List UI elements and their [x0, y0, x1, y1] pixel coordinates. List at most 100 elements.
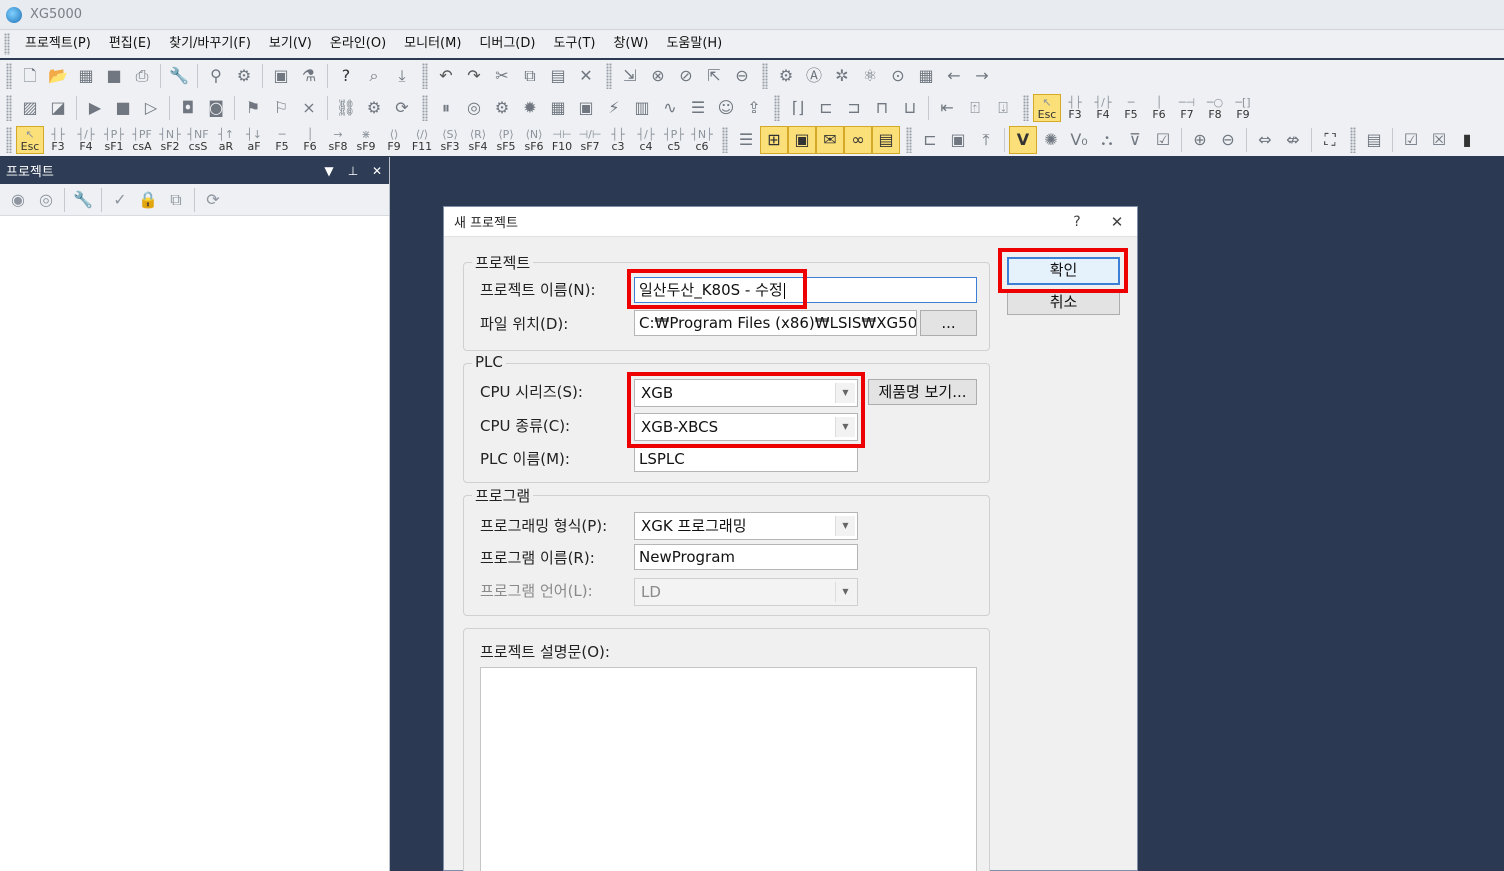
monitor-icon[interactable]: ▣	[267, 62, 295, 90]
key-f3-icon[interactable]: ┤├ F3	[1061, 94, 1089, 122]
chip-icon[interactable]: ▣	[944, 126, 972, 154]
search-icon[interactable]: Ⓐ	[800, 62, 828, 90]
insert-icon[interactable]: ⊐	[840, 94, 868, 122]
user-icon[interactable]: ☺	[712, 94, 740, 122]
pin-icon[interactable]: ⊥	[341, 164, 365, 178]
menu-online[interactable]: 온라인(O)	[321, 30, 395, 58]
pause-mode-icon[interactable]: ⊘	[672, 62, 700, 90]
connect-icon[interactable]: ⚲	[202, 62, 230, 90]
key-sf9-icon[interactable]: ⋇ sF9	[352, 126, 380, 154]
grip-handle[interactable]	[722, 127, 728, 153]
key-css-icon[interactable]: ┤NF csS	[184, 126, 212, 154]
zoom-in-icon[interactable]: ⊕	[1186, 126, 1214, 154]
product-view-button[interactable]: 제품명 보기...	[868, 379, 977, 405]
cross-box-icon[interactable]: ☒	[1425, 126, 1453, 154]
circle-icon[interactable]: ◎	[460, 94, 488, 122]
flag-list-icon[interactable]: ⚐	[267, 94, 295, 122]
add-item-icon[interactable]: ◉	[4, 186, 32, 214]
chevron-down-icon[interactable]: ▼	[835, 516, 855, 536]
paste-icon[interactable]: ▤	[544, 62, 572, 90]
ok-button[interactable]: 확인	[1007, 257, 1120, 285]
collapse-icon[interactable]: ⇎	[1279, 126, 1307, 154]
play-icon[interactable]: ▶	[81, 94, 109, 122]
key-c4-icon[interactable]: ┤/├ c4	[632, 126, 660, 154]
key-sf5-icon[interactable]: ⟨P⟩ sF5	[492, 126, 520, 154]
upload-icon[interactable]: ⤒	[972, 126, 1000, 154]
key-f10-icon[interactable]: ⊣⊢ F10	[548, 126, 576, 154]
menu-view[interactable]: 보기(V)	[260, 30, 321, 58]
cpu-type-select[interactable]: XGB-XBCS ▼	[634, 413, 858, 441]
key-f9-icon[interactable]: ⟨⟩ F9	[380, 126, 408, 154]
programming-type-select[interactable]: XGK 프로그래밍 ▼	[634, 512, 858, 540]
image-icon[interactable]: ▨	[16, 94, 44, 122]
bracket-icon[interactable]: ⌈⌋	[784, 94, 812, 122]
menu-window[interactable]: 창(W)	[604, 30, 657, 58]
key-f11-icon[interactable]: ⟨/⟩ F11	[408, 126, 436, 154]
help-icon[interactable]: ?	[332, 62, 360, 90]
key-f3-icon[interactable]: ┤├ F3	[44, 126, 72, 154]
print-icon[interactable]: ⎙	[128, 62, 156, 90]
flag-icon[interactable]: ⚑	[239, 94, 267, 122]
refresh-icon[interactable]: ⟳	[199, 186, 227, 214]
pause-icon[interactable]: ⏸	[432, 94, 460, 122]
arrow-right-icon[interactable]: →	[968, 62, 996, 90]
nodes-icon[interactable]: ⛬	[1093, 126, 1121, 154]
key-c5-icon[interactable]: ┤P├ c5	[660, 126, 688, 154]
open-project-icon[interactable]: ▦	[72, 62, 100, 90]
key-f9-icon[interactable]: ─[] F9	[1229, 94, 1257, 122]
check-box-icon[interactable]: ☑	[1149, 126, 1177, 154]
dropdown-icon[interactable]: ▼	[317, 164, 341, 178]
insert-row-icon[interactable]: ⊓	[868, 94, 896, 122]
export-icon[interactable]: ⇪	[740, 94, 768, 122]
insert-col-icon[interactable]: ⊔	[896, 94, 924, 122]
key-sf6-icon[interactable]: ⟨N⟩ sF6	[520, 126, 548, 154]
grip-handle[interactable]	[1350, 127, 1356, 153]
shift-left-icon[interactable]: ⇤	[933, 94, 961, 122]
breakpoint-icon[interactable]: ◘	[174, 94, 202, 122]
program-name-input[interactable]: NewProgram	[634, 544, 858, 570]
key-f8-icon[interactable]: ─○ F8	[1201, 94, 1229, 122]
key-sf4-icon[interactable]: ⟨R⟩ sF4	[464, 126, 492, 154]
find-icon[interactable]: ⌕	[360, 62, 388, 90]
grip-handle[interactable]	[4, 33, 10, 55]
delete-icon[interactable]: ✕	[572, 62, 600, 90]
grip-handle[interactable]	[422, 63, 428, 89]
value-icon[interactable]: V₀	[1065, 126, 1093, 154]
cancel-button[interactable]: 취소	[1007, 289, 1120, 315]
stop-mode-icon[interactable]: ⊗	[644, 62, 672, 90]
cpu-series-select[interactable]: XGB ▼	[634, 379, 858, 407]
list-view-icon[interactable]: ☰	[732, 126, 760, 154]
key-csa-icon[interactable]: ┤PF csA	[128, 126, 156, 154]
refresh-icon[interactable]: ⟳	[388, 94, 416, 122]
grid-icon[interactable]: ▦	[912, 62, 940, 90]
device-icon[interactable]: ▣	[572, 94, 600, 122]
menu-project[interactable]: 프로젝트(P)	[16, 30, 100, 58]
grip-handle[interactable]	[762, 63, 768, 89]
filter-icon[interactable]: ⊽	[1121, 126, 1149, 154]
redo-icon[interactable]: ↷	[460, 62, 488, 90]
copy-icon[interactable]: ⧉	[516, 62, 544, 90]
clear-icon[interactable]: ⨯	[295, 94, 323, 122]
menu-edit[interactable]: 편집(E)	[100, 30, 160, 58]
save-icon[interactable]: ■	[100, 62, 128, 90]
chart-icon[interactable]: ◪	[44, 94, 72, 122]
trend-icon[interactable]: ▥	[628, 94, 656, 122]
layout-icon[interactable]: ⊏	[916, 126, 944, 154]
download-icon[interactable]: ⤓	[388, 62, 416, 90]
note-icon[interactable]: ⍗	[989, 94, 1017, 122]
browse-button[interactable]: ...	[920, 310, 977, 336]
grip-handle[interactable]	[6, 95, 12, 121]
zoom-out-icon[interactable]: ⊖	[1214, 126, 1242, 154]
new-file-icon[interactable]: 🗋	[16, 62, 44, 90]
expand-icon[interactable]: ⇔	[1251, 126, 1279, 154]
key-af-icon[interactable]: ┤↓ aF	[240, 126, 268, 154]
chevron-down-icon[interactable]: ▼	[835, 417, 855, 437]
menu-monitor[interactable]: 모니터(M)	[395, 30, 470, 58]
grip-handle[interactable]	[774, 95, 780, 121]
check-icon[interactable]: ✓	[106, 186, 134, 214]
panel-view-icon[interactable]: ▤	[872, 126, 900, 154]
key-f4-icon[interactable]: ┤/├ F4	[1089, 94, 1117, 122]
lock-icon[interactable]: 🔒	[134, 186, 162, 214]
menu-tools[interactable]: 도구(T)	[544, 30, 604, 58]
fullscreen-icon[interactable]: ⛶	[1316, 126, 1344, 154]
